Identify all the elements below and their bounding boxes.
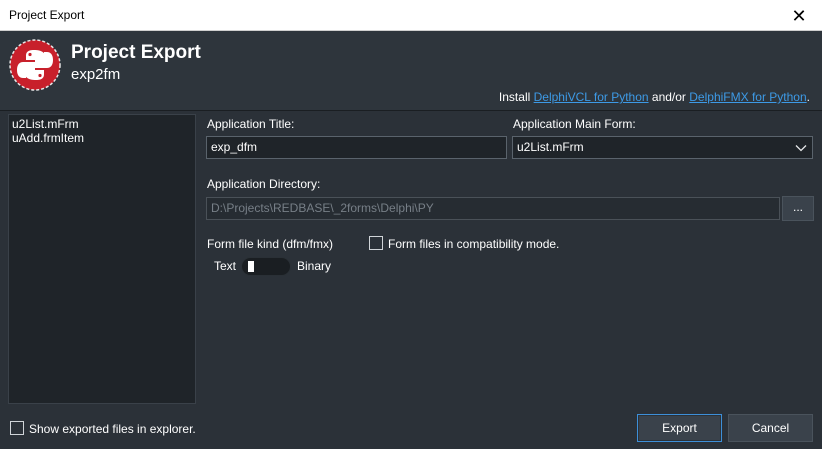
main-form-select[interactable]: u2List.mFrm bbox=[512, 136, 813, 159]
toggle-binary-label: Binary bbox=[297, 259, 332, 273]
app-dir-input: D:\Projects\REDBASE\_2forms\Delphi\PY bbox=[206, 197, 780, 220]
python-logo-icon bbox=[9, 39, 61, 91]
header-banner: Project Export exp2fm Install DelphiVCL … bbox=[0, 31, 822, 111]
install-suffix: . bbox=[806, 90, 810, 104]
form-kind-toggle[interactable] bbox=[241, 257, 291, 276]
delphivcl-link[interactable]: DelphiVCL for Python bbox=[534, 90, 649, 104]
file-list[interactable]: u2List.mFrm uAdd.frmItem bbox=[8, 114, 196, 404]
toggle-knob[interactable] bbox=[248, 261, 254, 272]
list-item[interactable]: uAdd.frmItem bbox=[12, 131, 192, 145]
main-form-label: Application Main Form: bbox=[513, 117, 636, 131]
form-kind-label: Form file kind (dfm/fmx) bbox=[207, 237, 334, 251]
toggle-text-label: Text bbox=[214, 259, 237, 273]
show-explorer-label: Show exported files in explorer. bbox=[29, 422, 196, 436]
delphifmx-link[interactable]: DelphiFMX for Python bbox=[689, 90, 806, 104]
export-button[interactable]: Export bbox=[637, 414, 722, 442]
list-item[interactable]: u2List.mFrm bbox=[12, 117, 192, 131]
title-bar: Project Export ✕ bbox=[0, 0, 822, 31]
install-prefix: Install bbox=[498, 90, 534, 104]
install-mid: and/or bbox=[648, 90, 690, 104]
cancel-button[interactable]: Cancel bbox=[728, 414, 813, 442]
compat-mode-label: Form files in compatibility mode. bbox=[388, 237, 560, 251]
window-title: Project Export bbox=[9, 8, 85, 22]
close-icon[interactable]: ✕ bbox=[776, 0, 822, 31]
chevron-down-icon[interactable] bbox=[794, 141, 808, 155]
header-title: Project Export bbox=[71, 42, 201, 63]
header-subtitle: exp2fm bbox=[71, 66, 121, 83]
install-note: Install DelphiVCL for Python and/or Delp… bbox=[499, 90, 810, 104]
app-title-label: Application Title: bbox=[207, 117, 295, 131]
app-title-input[interactable]: exp_dfm bbox=[206, 136, 507, 159]
show-explorer-checkbox[interactable] bbox=[10, 421, 24, 435]
main-form-value: u2List.mFrm bbox=[517, 140, 584, 154]
app-dir-label: Application Directory: bbox=[207, 177, 321, 191]
browse-button[interactable]: ... bbox=[782, 196, 814, 221]
compat-mode-checkbox[interactable] bbox=[369, 236, 383, 250]
